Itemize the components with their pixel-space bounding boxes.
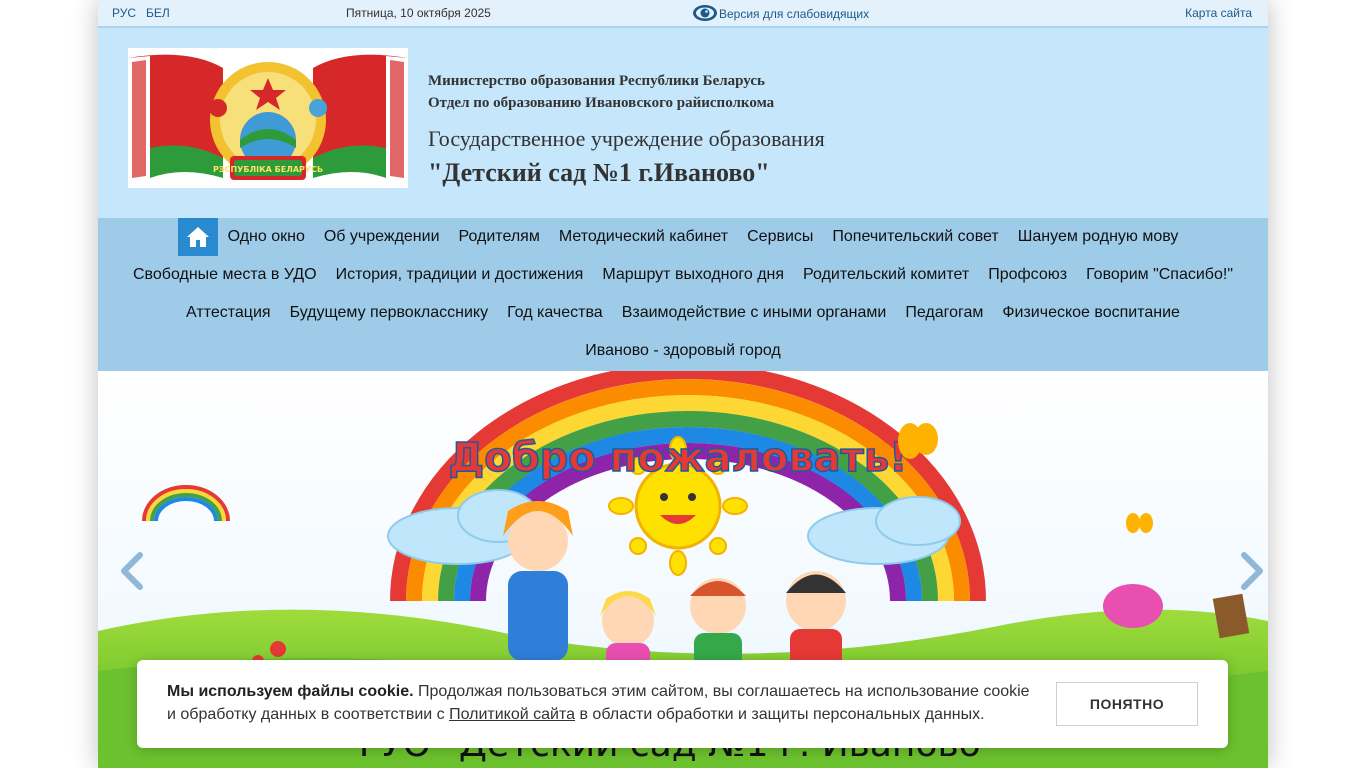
banner-welcome-text: Добро пожаловать! <box>449 435 908 481</box>
nav-item-interaction[interactable]: Взаимодействие с иными органами <box>612 304 896 322</box>
page-container: РУС БЕЛ Пятница, 10 октября 2025 Версия … <box>98 0 1268 768</box>
nav-item-free-places[interactable]: Свободные места в УДО <box>124 266 327 284</box>
site-header: РЭСПУБЛІКА БЕЛАРУСЬ Министерство образов… <box>98 28 1268 218</box>
nav-item-thanks[interactable]: Говорим "Спасибо!" <box>1077 266 1243 284</box>
cookie-banner: Мы используем файлы cookie. Продолжая по… <box>137 660 1228 748</box>
nav-item-history[interactable]: История, традиции и достижения <box>326 266 593 284</box>
nav-item-teachers[interactable]: Педагогам <box>896 304 993 322</box>
nav-item-native-language[interactable]: Шануем родную мову <box>1008 228 1188 246</box>
top-bar: РУС БЕЛ Пятница, 10 октября 2025 Версия … <box>98 0 1268 28</box>
privacy-policy-link[interactable]: Политикой сайта <box>449 706 575 723</box>
low-vision-link[interactable]: Версия для слабовидящих <box>719 7 869 21</box>
lang-ru-link[interactable]: РУС <box>112 6 136 20</box>
cookie-accept-button[interactable]: ПОНЯТНО <box>1056 682 1198 726</box>
nav-item-board-of-trustees[interactable]: Попечительский совет <box>823 228 1008 246</box>
nav-item-physical-education[interactable]: Физическое воспитание <box>993 304 1190 322</box>
nav-item-about[interactable]: Об учреждении <box>314 228 449 246</box>
chevron-right-icon[interactable] <box>1236 551 1266 591</box>
eye-icon[interactable] <box>692 3 718 23</box>
nav-item-methodical-office[interactable]: Методический кабинет <box>549 228 737 246</box>
home-icon <box>187 227 210 247</box>
sitemap-link[interactable]: Карта сайта <box>1185 6 1252 20</box>
nav-item-one-window[interactable]: Одно окно <box>218 228 314 246</box>
ministry-line-2: Отдел по образованию Ивановского райиспо… <box>428 95 775 111</box>
ministry-text: Министерство образования Республики Бела… <box>428 70 774 114</box>
nav-item-trade-union[interactable]: Профсоюз <box>979 266 1077 284</box>
nav-item-parent-committee[interactable]: Родительский комитет <box>794 266 979 284</box>
nav-item-attestation[interactable]: Аттестация <box>177 304 281 322</box>
home-button[interactable] <box>178 218 219 256</box>
institution-type: Государственное учреждение образования <box>428 126 825 151</box>
nav-item-healthy-city[interactable]: Иваново - здоровый город <box>576 342 790 360</box>
lang-be-link[interactable]: БЕЛ <box>146 6 170 20</box>
site-title[interactable]: "Детский сад №1 г.Иваново" <box>428 158 770 188</box>
nav-item-weekend-route[interactable]: Маршрут выходного дня <box>593 266 794 284</box>
belarus-emblem-logo[interactable]: РЭСПУБЛІКА БЕЛАРУСЬ <box>128 48 408 188</box>
cookie-message: Мы используем файлы cookie. Продолжая по… <box>167 680 1037 726</box>
nav-row-3: Аттестация Будущему первокласснику Год к… <box>98 294 1268 332</box>
nav-row-2: Свободные места в УДО История, традиции … <box>98 256 1268 294</box>
nav-row-1: Одно окно Об учреждении Родителям Методи… <box>98 218 1268 256</box>
nav-item-first-grader[interactable]: Будущему первокласснику <box>280 304 498 322</box>
svg-text:РЭСПУБЛІКА БЕЛАРУСЬ: РЭСПУБЛІКА БЕЛАРУСЬ <box>213 165 323 174</box>
nav-item-quality-year[interactable]: Год качества <box>498 304 613 322</box>
cookie-text-part-2: в области обработки и защиты персональны… <box>575 706 985 723</box>
chevron-left-icon[interactable] <box>118 551 148 591</box>
nav-item-parents[interactable]: Родителям <box>449 228 549 246</box>
main-navigation: Одно окно Об учреждении Родителям Методи… <box>98 218 1268 371</box>
current-date: Пятница, 10 октября 2025 <box>346 6 491 20</box>
nav-row-4: Иваново - здоровый город <box>98 332 1268 370</box>
cookie-title: Мы используем файлы cookie. <box>167 683 414 700</box>
nav-item-services[interactable]: Сервисы <box>738 228 823 246</box>
ministry-line-1: Министерство образования Республики Бела… <box>428 73 765 89</box>
